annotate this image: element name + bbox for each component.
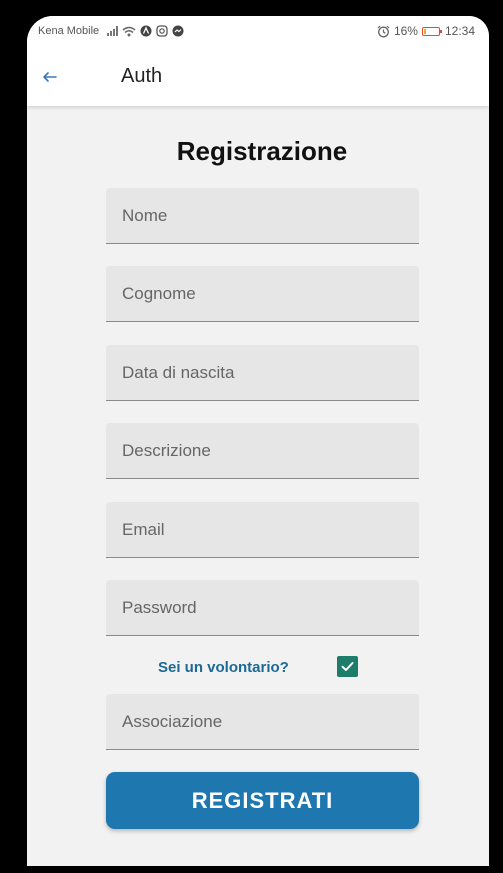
status-bar-left: Kena Mobile [38,25,184,37]
associazione-field [106,694,419,750]
volunteer-label: Sei un volontario? [158,659,289,676]
nome-field [106,188,419,244]
phone-screen: Kena Mobile 16% 12:34 Auth Registrazione… [27,16,489,866]
register-button[interactable]: REGISTRATI [106,772,419,829]
app-bar: Auth [27,48,489,106]
page-title: Registrazione [176,136,348,166]
password-field [106,580,419,636]
battery-icon [421,26,442,36]
status-bar: Kena Mobile 16% 12:34 [27,16,489,48]
descrizione-input[interactable] [106,423,419,478]
cognome-field [106,266,419,322]
clock: 12:34 [444,24,475,38]
app-icon-a [140,25,152,37]
volunteer-checkbox[interactable] [337,656,358,677]
alarm-icon [377,25,390,37]
password-input[interactable] [106,580,419,635]
cognome-input[interactable] [106,266,419,321]
arrow-left-icon[interactable] [37,64,63,90]
data-nascita-field [106,345,419,401]
associazione-input[interactable] [106,694,419,749]
nome-input[interactable] [106,188,419,243]
data-nascita-input[interactable] [106,345,419,400]
checkmark-icon [341,662,354,671]
battery-percent: 16% [393,24,418,38]
status-bar-right: 16% 12:34 [377,24,475,38]
descrizione-field [106,423,419,479]
instagram-icon [156,25,168,37]
signal-icon [107,26,119,36]
registration-form: Registrazione Sei un volontario? [27,106,489,866]
messenger-icon [172,25,184,37]
volunteer-row: Sei un volontario? [27,656,489,680]
carrier-name: Kena Mobile [38,25,100,37]
email-input[interactable] [106,502,419,557]
battery-fill [423,28,426,34]
app-bar-title: Auth [121,65,163,87]
email-field [106,502,419,558]
wifi-icon [122,26,136,36]
